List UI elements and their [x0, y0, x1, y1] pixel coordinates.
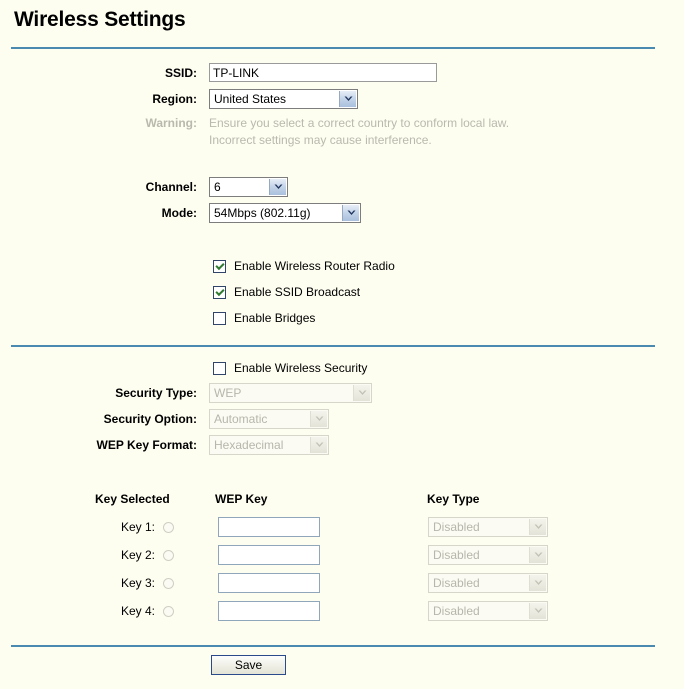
checkbox-enable-wireless-security[interactable]: Enable Wireless Security [213, 358, 367, 378]
checkbox-label: Enable Wireless Router Radio [234, 258, 395, 273]
channel-select-value: 6 [214, 180, 221, 194]
wep-key-input-2[interactable] [218, 545, 320, 565]
warning-line-2: Incorrect settings may cause interferenc… [209, 133, 432, 147]
checkbox-label: Enable Wireless Security [234, 360, 368, 375]
key-label: Key 4: [120, 604, 155, 618]
security-type-select-value: WEP [214, 386, 242, 400]
chevron-down-icon [310, 411, 327, 427]
checkbox-enable-wireless-router-radio[interactable]: Enable Wireless Router Radio [213, 256, 395, 276]
region-row: Region: United States [0, 88, 684, 110]
divider-bottom [11, 645, 655, 647]
ssid-row: SSID: [0, 62, 684, 84]
channel-label: Channel: [145, 180, 197, 194]
checkbox-icon[interactable] [213, 259, 226, 273]
key-label: Key 3: [120, 576, 155, 590]
mode-label: Mode: [161, 206, 197, 220]
security-type-label: Security Type: [115, 386, 197, 400]
key-type-value: Disabled [433, 548, 480, 562]
radio-key-3[interactable] [163, 578, 174, 589]
security-option-label: Security Option: [103, 412, 197, 426]
security-option-select-value: Automatic [214, 412, 268, 426]
radio-key-2[interactable] [163, 550, 174, 561]
mode-select-value: 54Mbps (802.11g) [214, 206, 311, 220]
ssid-label: SSID: [164, 66, 197, 80]
channel-select[interactable]: 6 [209, 177, 288, 197]
key-type-value: Disabled [433, 604, 480, 618]
wep-key-format-label: WEP Key Format: [96, 438, 197, 452]
wep-key-header: WEP Key [215, 492, 268, 506]
radio-key-1[interactable] [163, 522, 174, 533]
checkbox-label: Enable Bridges [234, 310, 316, 325]
wep-key-input-3[interactable] [218, 573, 320, 593]
divider-middle [11, 345, 655, 347]
region-select[interactable]: United States [209, 89, 358, 109]
chevron-down-icon [529, 603, 546, 619]
security-option-row: Security Option: Automatic [0, 408, 684, 430]
key-type-value: Disabled [433, 520, 480, 534]
radio-key-4[interactable] [163, 606, 174, 617]
chevron-down-icon [342, 205, 359, 221]
chevron-down-icon [339, 91, 356, 107]
chevron-down-icon [353, 385, 370, 401]
wep-key-format-select-value: Hexadecimal [214, 438, 284, 452]
key-selected-header: Key Selected [95, 492, 170, 506]
security-type-row: Security Type: WEP [0, 382, 684, 404]
key-label: Key 2: [120, 548, 155, 562]
key-type-value: Disabled [433, 576, 480, 590]
checkbox-enable-bridges[interactable]: Enable Bridges [213, 308, 315, 328]
key-type-select-1[interactable]: Disabled [428, 517, 548, 537]
save-button[interactable]: Save [211, 655, 286, 675]
wep-key-input-1[interactable] [218, 517, 320, 537]
checkbox-enable-ssid-broadcast[interactable]: Enable SSID Broadcast [213, 282, 360, 302]
warning-row: Warning: Ensure you select a correct cou… [0, 112, 684, 147]
checkbox-icon[interactable] [213, 361, 226, 375]
chevron-down-icon [310, 437, 327, 453]
key-type-select-2[interactable]: Disabled [428, 545, 548, 565]
wep-key-input-4[interactable] [218, 601, 320, 621]
mode-select[interactable]: 54Mbps (802.11g) [209, 203, 361, 223]
key-type-select-3[interactable]: Disabled [428, 573, 548, 593]
region-label: Region: [152, 92, 197, 106]
divider-top [11, 47, 655, 49]
wireless-settings-page: Wireless Settings SSID: Region: United S… [0, 0, 684, 689]
checkbox-label: Enable SSID Broadcast [234, 284, 361, 299]
ssid-input[interactable] [209, 63, 437, 82]
chevron-down-icon [529, 547, 546, 563]
mode-row: Mode: 54Mbps (802.11g) [0, 202, 684, 224]
warning-label: Warning: [145, 116, 197, 130]
page-title: Wireless Settings [14, 8, 186, 31]
channel-row: Channel: 6 [0, 176, 684, 198]
wep-key-format-row: WEP Key Format: Hexadecimal [0, 434, 684, 456]
wep-key-format-select[interactable]: Hexadecimal [209, 435, 329, 455]
key-type-header: Key Type [427, 492, 480, 506]
chevron-down-icon [529, 575, 546, 591]
checkbox-icon[interactable] [213, 285, 226, 299]
key-label: Key 1: [120, 520, 155, 534]
security-option-select[interactable]: Automatic [209, 409, 329, 429]
region-select-value: United States [214, 92, 287, 106]
security-type-select[interactable]: WEP [209, 383, 372, 403]
chevron-down-icon [529, 519, 546, 535]
warning-line-1: Ensure you select a correct country to c… [209, 116, 510, 130]
chevron-down-icon [269, 179, 286, 195]
key-type-select-4[interactable]: Disabled [428, 601, 548, 621]
checkbox-icon[interactable] [213, 311, 226, 325]
